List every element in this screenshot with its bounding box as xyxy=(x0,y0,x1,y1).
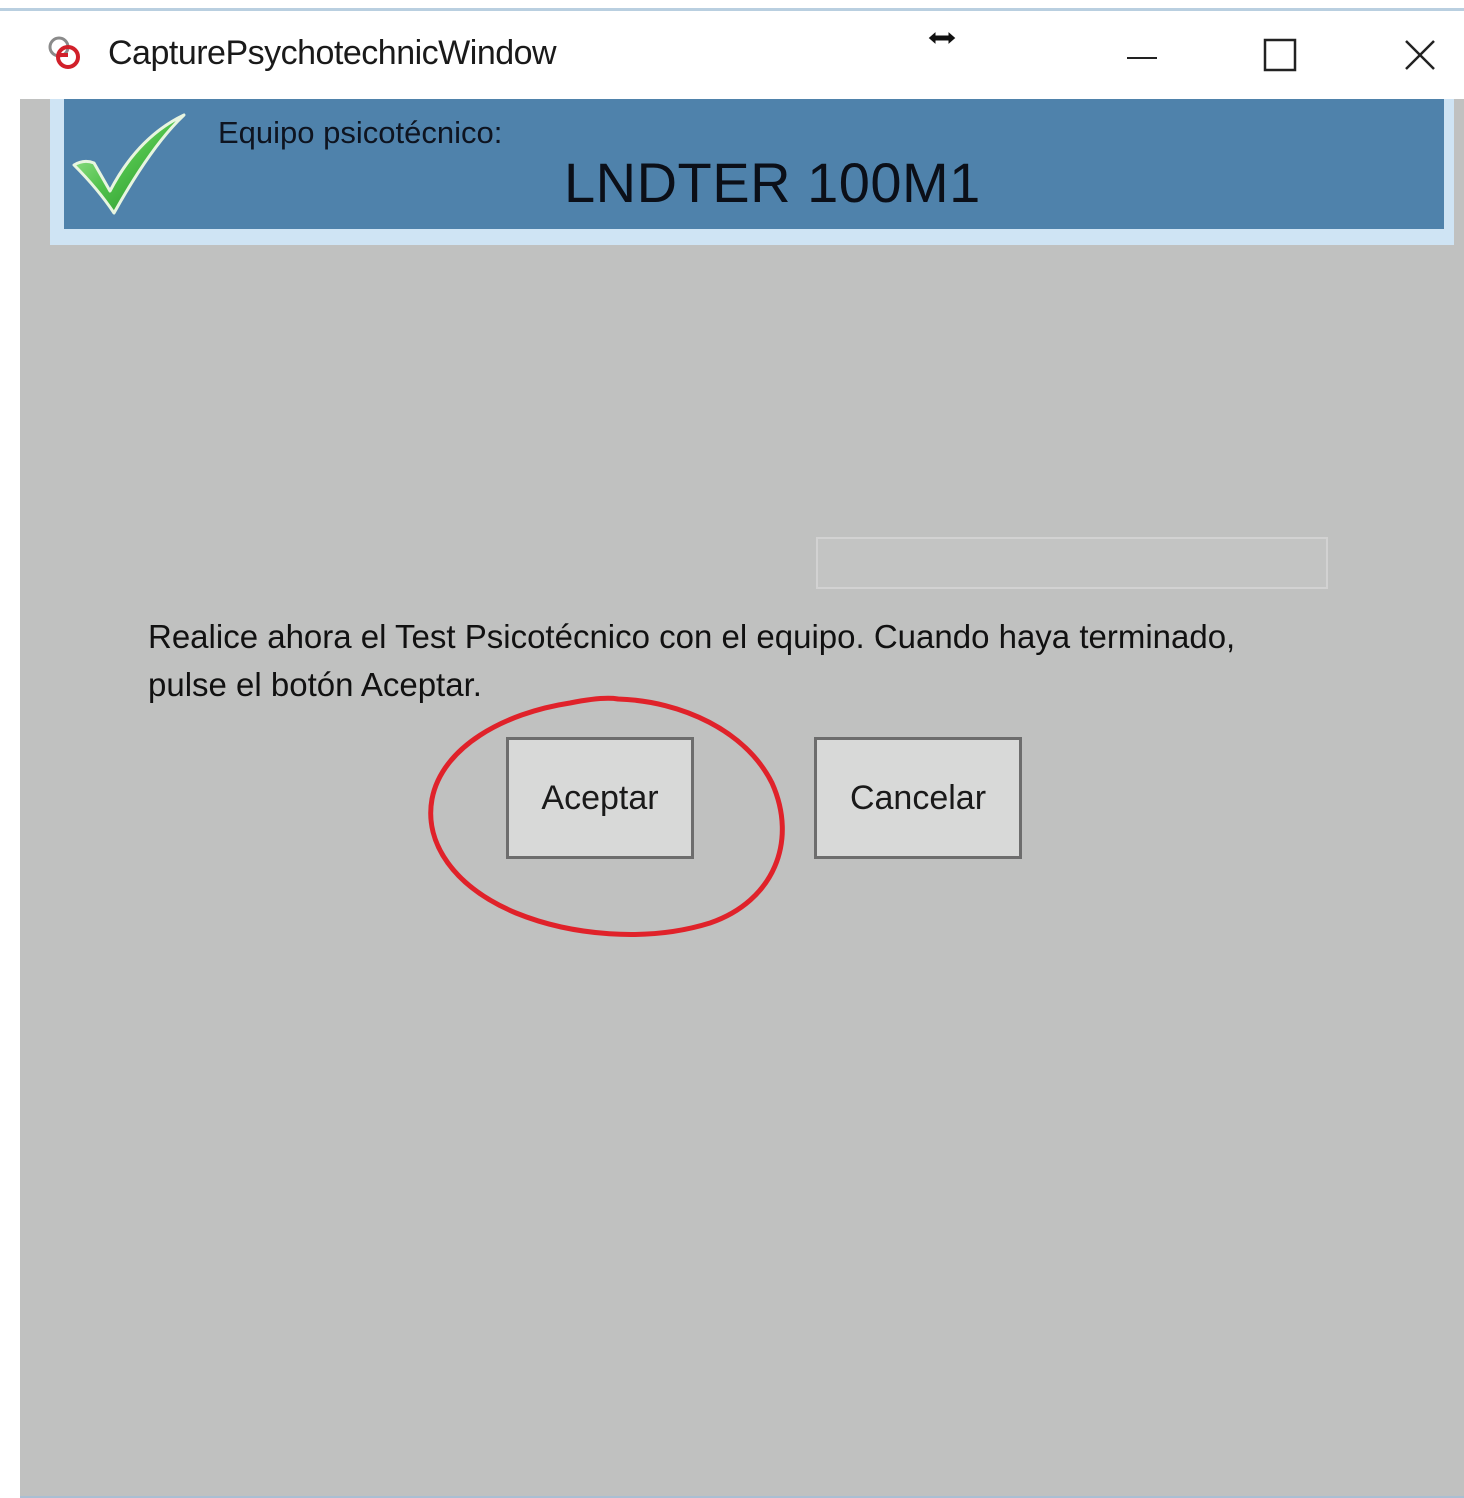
device-header: Equipo psicotécnico: LNDTER 100M1 xyxy=(64,99,1444,229)
minimize-button[interactable] xyxy=(1082,11,1202,99)
capture-psychotechnic-window: CapturePsychotechnicWindow Equipo psicot… xyxy=(0,0,1464,1498)
device-name: LNDTER 100M1 xyxy=(564,151,981,214)
maximize-icon xyxy=(1263,38,1297,72)
accept-button[interactable]: Aceptar xyxy=(506,737,694,859)
close-button[interactable] xyxy=(1360,11,1464,99)
window-title: CapturePsychotechnicWindow xyxy=(108,34,557,72)
device-header-frame: Equipo psicotécnico: LNDTER 100M1 xyxy=(50,99,1454,245)
device-label: Equipo psicotécnico: xyxy=(218,115,503,150)
instruction-line-2: pulse el botón Aceptar. xyxy=(148,666,482,703)
window-client-area: Equipo psicotécnico: LNDTER 100M1 Realic… xyxy=(20,99,1464,1496)
status-field xyxy=(816,537,1328,589)
minimize-icon xyxy=(1127,57,1157,59)
cancel-button[interactable]: Cancelar xyxy=(814,737,1022,859)
horizontal-resize-cursor-icon xyxy=(927,29,957,47)
maximize-button[interactable] xyxy=(1220,11,1340,99)
title-bar[interactable]: CapturePsychotechnicWindow xyxy=(20,11,1464,99)
instruction-line-1: Realice ahora el Test Psicotécnico con e… xyxy=(148,618,1236,655)
instruction-text: Realice ahora el Test Psicotécnico con e… xyxy=(148,613,1368,709)
app-logo-icon xyxy=(48,36,80,69)
green-check-icon xyxy=(72,113,186,215)
close-icon xyxy=(1405,40,1435,70)
